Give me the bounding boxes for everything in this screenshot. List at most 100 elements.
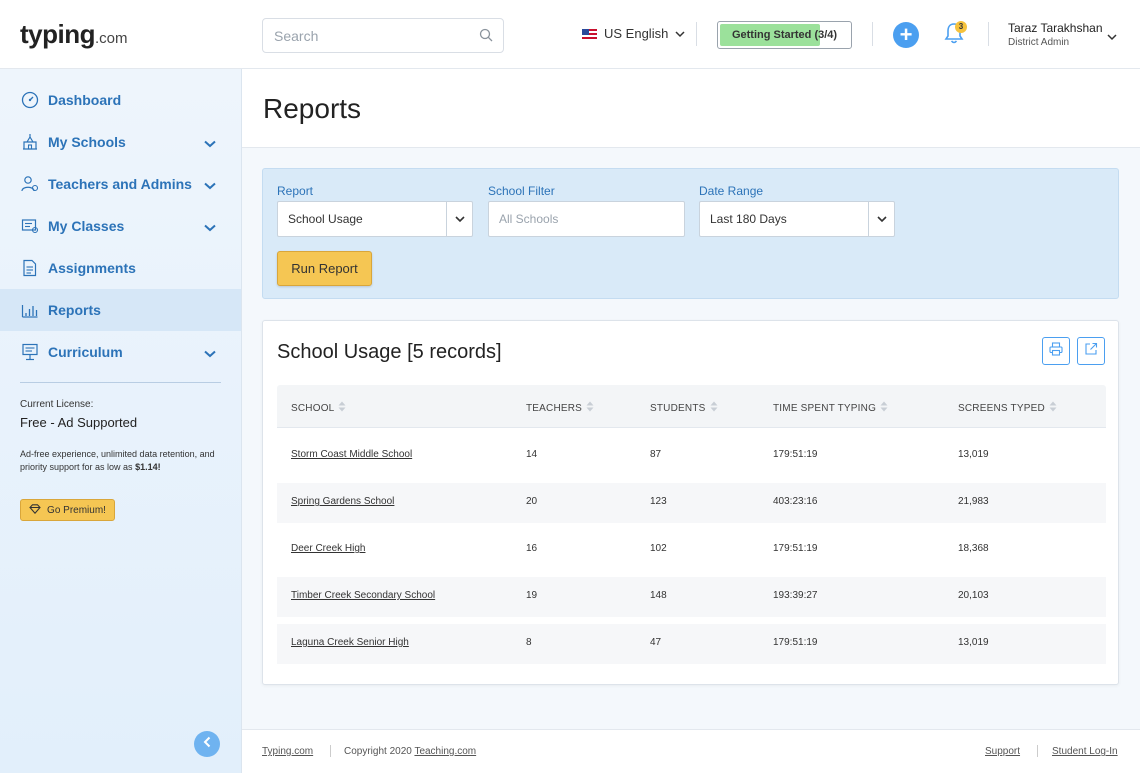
sidebar-item-dashboard[interactable]: Dashboard	[0, 79, 241, 121]
sidebar-item-teachers-and-admins[interactable]: Teachers and Admins	[0, 163, 241, 205]
screens-typed-cell: 18,368	[958, 543, 989, 554]
school-filter-placeholder: All Schools	[499, 212, 559, 226]
column-header-teachers[interactable]: TEACHERS	[526, 401, 594, 415]
run-report-button[interactable]: Run Report	[277, 251, 372, 286]
time-spent-cell: 179:51:19	[773, 449, 818, 460]
students-cell: 87	[650, 449, 662, 460]
go-premium-button[interactable]: Go Premium!	[20, 499, 115, 521]
school-filter-input[interactable]: All Schools	[488, 201, 685, 237]
add-button[interactable]: +	[893, 22, 919, 48]
chevron-down-icon	[446, 202, 472, 236]
header-divider	[988, 22, 989, 46]
table-row: Deer Creek High 16 102 179:51:19 18,368	[277, 530, 1106, 570]
notification-badge: 3	[955, 21, 967, 33]
school-link[interactable]: Laguna Creek Senior High	[291, 637, 409, 648]
sort-icon	[710, 401, 718, 415]
teachers-cell: 16	[526, 543, 538, 554]
dashboard-icon	[21, 91, 39, 109]
classes-icon	[21, 217, 39, 235]
sidebar-item-label: Assignments	[48, 260, 136, 276]
column-header-label: SCHOOL	[291, 402, 335, 414]
students-cell: 47	[650, 637, 662, 648]
support-link[interactable]: Support	[985, 746, 1020, 757]
print-button[interactable]	[1042, 337, 1070, 365]
school-link[interactable]: Storm Coast Middle School	[291, 449, 412, 460]
license-desc-text: Ad-free experience, unlimited data reten…	[20, 449, 215, 472]
teachers-cell: 19	[526, 590, 538, 601]
sidebar: Dashboard My Schools Teachers and Admins…	[0, 69, 242, 773]
sort-icon	[880, 401, 888, 415]
chevron-down-icon	[675, 26, 685, 41]
sidebar-item-my-classes[interactable]: My Classes	[0, 205, 241, 247]
school-link[interactable]: Timber Creek Secondary School	[291, 590, 435, 601]
sidebar-item-label: Reports	[48, 302, 101, 318]
column-header-time-spent[interactable]: TIME SPENT TYPING	[773, 401, 888, 415]
diamond-icon	[29, 503, 41, 517]
premium-label: Go Premium!	[47, 504, 106, 516]
sidebar-item-label: My Schools	[48, 134, 126, 150]
report-select[interactable]: School Usage	[277, 201, 473, 237]
screens-typed-cell: 21,983	[958, 496, 989, 507]
export-button[interactable]	[1077, 337, 1105, 365]
sidebar-item-my-schools[interactable]: My Schools	[0, 121, 241, 163]
teachers-cell: 8	[526, 637, 532, 648]
column-header-label: TEACHERS	[526, 402, 583, 414]
typing-logo[interactable]: typing.com	[20, 19, 128, 50]
column-header-students[interactable]: STUDENTS	[650, 401, 718, 415]
typing-com-link[interactable]: Typing.com	[262, 746, 313, 757]
search-box	[262, 18, 504, 53]
column-header-school[interactable]: SCHOOL	[291, 401, 346, 415]
sidebar-item-curriculum[interactable]: Curriculum	[0, 331, 241, 373]
chevron-left-icon	[203, 735, 211, 753]
screens-typed-cell: 13,019	[958, 449, 989, 460]
table-row: Storm Coast Middle School 14 87 179:51:1…	[277, 436, 1106, 476]
sidebar-item-reports[interactable]: Reports	[0, 289, 241, 331]
footer: Typing.com Copyright 2020 Teaching.com S…	[242, 729, 1140, 773]
chevron-down-icon	[204, 135, 216, 151]
getting-started-progress[interactable]: Getting Started (3/4)	[717, 21, 852, 49]
date-range-value: Last 180 Days	[710, 212, 787, 226]
results-card: School Usage [5 records] SCHOOL TEACHERS…	[262, 320, 1119, 685]
screens-typed-cell: 20,103	[958, 590, 989, 601]
students-cell: 102	[650, 543, 667, 554]
search-input[interactable]	[263, 19, 463, 52]
sidebar-item-label: Dashboard	[48, 92, 122, 108]
table-header: SCHOOL TEACHERS STUDENTS TIME SPENT TYPI…	[277, 385, 1106, 428]
time-spent-cell: 179:51:19	[773, 543, 818, 554]
page-header: Reports	[242, 69, 1140, 148]
sort-icon	[338, 401, 346, 415]
assignments-icon	[21, 259, 39, 277]
students-cell: 123	[650, 496, 667, 507]
license-price: $1.14!	[135, 462, 161, 472]
chevron-down-icon[interactable]	[1107, 28, 1117, 46]
user-role: District Admin	[1008, 37, 1070, 48]
table-row: Spring Gardens School 20 123 403:23:16 2…	[277, 483, 1106, 523]
header-divider	[696, 22, 697, 46]
school-link[interactable]: Spring Gardens School	[291, 496, 394, 507]
school-link[interactable]: Deer Creek High	[291, 543, 365, 554]
sidebar-divider	[20, 382, 221, 383]
us-flag-icon	[582, 28, 597, 39]
teaching-com-link[interactable]: Teaching.com	[414, 746, 476, 757]
column-header-label: SCREENS TYPED	[958, 402, 1045, 414]
user-name: Taraz Tarakhshan	[1008, 21, 1103, 35]
report-filter-panel: Report School Usage School Filter All Sc…	[262, 168, 1119, 299]
sidebar-item-assignments[interactable]: Assignments	[0, 247, 241, 289]
table-row: Timber Creek Secondary School 19 148 193…	[277, 577, 1106, 617]
chevron-down-icon	[868, 202, 894, 236]
collapse-sidebar-button[interactable]	[194, 731, 220, 757]
search-icon[interactable]	[479, 28, 493, 47]
top-header: typing.com US English Getting Started (3…	[0, 0, 1140, 69]
copyright-text: Copyright 2020	[344, 746, 412, 757]
column-header-screens-typed[interactable]: SCREENS TYPED	[958, 401, 1057, 415]
header-divider	[872, 22, 873, 46]
chevron-down-icon	[204, 177, 216, 193]
teachers-cell: 14	[526, 449, 538, 460]
language-selector[interactable]: US English	[582, 26, 685, 41]
external-link-icon	[1084, 342, 1098, 361]
footer-divider	[1037, 745, 1038, 757]
student-login-link[interactable]: Student Log-In	[1052, 746, 1118, 757]
date-range-select[interactable]: Last 180 Days	[699, 201, 895, 237]
user-menu[interactable]: Taraz Tarakhshan District Admin	[1008, 21, 1103, 48]
sort-icon	[1049, 401, 1057, 415]
